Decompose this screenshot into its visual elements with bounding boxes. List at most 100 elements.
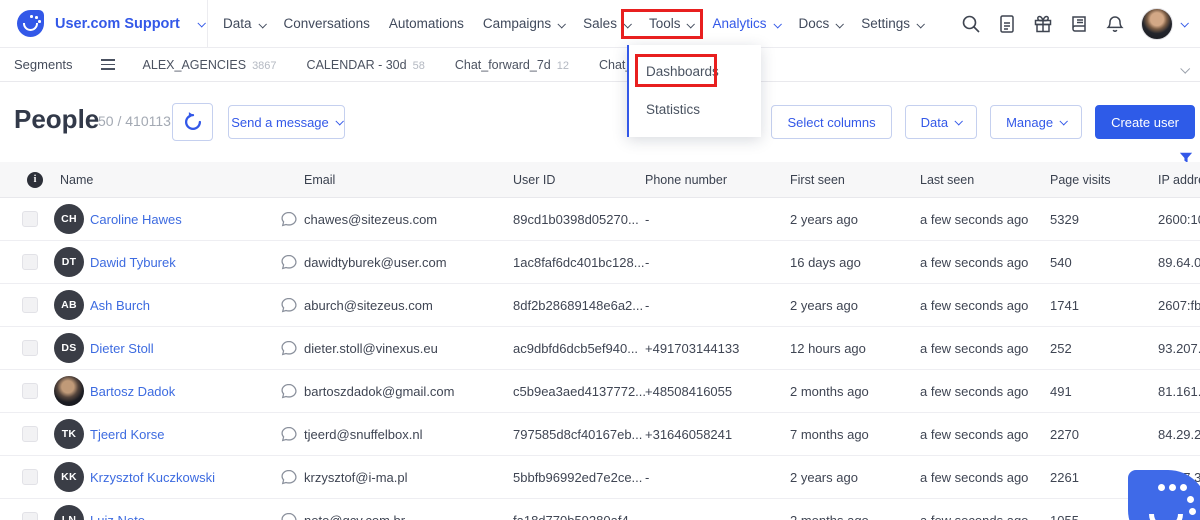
row-checkbox[interactable] xyxy=(22,512,38,520)
top-nav: User.com Support Data Conversations Auto… xyxy=(0,0,1200,48)
email-cell: tjeerd@snuffelbox.nl xyxy=(304,427,513,442)
nav-item[interactable]: Conversations xyxy=(284,16,370,31)
user-name-link[interactable]: Bartosz Dadok xyxy=(90,384,280,399)
chat-bubble-icon[interactable] xyxy=(280,210,298,228)
avatar: DT xyxy=(54,247,84,277)
dropdown-menu-item[interactable]: Dashboards xyxy=(629,53,761,91)
ip-cell: 93.207.2 xyxy=(1140,341,1200,356)
lastseen-cell: a few seconds ago xyxy=(920,341,1040,356)
lastseen-cell: a few seconds ago xyxy=(920,384,1040,399)
table-row: Bartosz Dadok bartoszdadok@gmail.com c5b… xyxy=(0,370,1200,413)
hamburger-icon[interactable] xyxy=(101,59,115,70)
segment-name: ALEX_AGENCIES xyxy=(143,58,247,72)
nav-item[interactable]: Analytics xyxy=(712,16,779,31)
row-checkbox[interactable] xyxy=(22,426,38,442)
dropdown-menu-item[interactable]: Statistics xyxy=(629,91,761,129)
email-cell: neto@gcv.com.br xyxy=(304,513,513,520)
userid-cell: 8df2b28689148e6a2... xyxy=(513,298,645,313)
chevron-down-icon xyxy=(773,20,781,28)
action-button[interactable]: Data xyxy=(905,105,977,139)
nav-item-label: Settings xyxy=(861,16,910,31)
segment-tab[interactable]: CALENDAR - 30d58 xyxy=(307,58,425,72)
segments-label: Segments xyxy=(14,57,73,72)
chevron-down-icon xyxy=(917,20,925,28)
email-cell: aburch@sitezeus.com xyxy=(304,298,513,313)
chat-bubble-icon[interactable] xyxy=(280,511,298,520)
table-row: KK Krzysztof Kuczkowski krzysztof@i-ma.p… xyxy=(0,456,1200,499)
chat-bubble-icon[interactable] xyxy=(280,468,298,486)
row-checkbox[interactable] xyxy=(22,254,38,270)
chat-bubble-icon[interactable] xyxy=(280,253,298,271)
nav-item-label: Conversations xyxy=(284,16,370,31)
userid-cell: ac9dbfd6dcb5ef940... xyxy=(513,341,645,356)
nav-items: Data Conversations Automations Campaigns… xyxy=(208,16,923,31)
table-row: CH Caroline Hawes chawes@sitezeus.com 89… xyxy=(0,198,1200,241)
nav-item[interactable]: Automations xyxy=(389,16,464,31)
chevron-down-icon xyxy=(335,117,343,125)
action-button[interactable]: Manage xyxy=(990,105,1082,139)
row-checkbox[interactable] xyxy=(22,383,38,399)
user-name-link[interactable]: Dawid Tyburek xyxy=(90,255,280,270)
chat-widget-button[interactable] xyxy=(1128,470,1200,520)
row-checkbox[interactable] xyxy=(22,340,38,356)
column-header-ip[interactable]: IP address xyxy=(1140,173,1200,187)
user-name-link[interactable]: Ash Burch xyxy=(90,298,280,313)
brand-name: User.com Support xyxy=(55,16,180,32)
nav-item[interactable]: Sales xyxy=(583,16,630,31)
document-icon[interactable] xyxy=(997,14,1017,34)
chevron-down-icon xyxy=(258,20,266,28)
action-button[interactable]: Create user xyxy=(1095,105,1195,139)
nav-item[interactable]: Campaigns xyxy=(483,16,564,31)
chevron-down-icon[interactable] xyxy=(1180,19,1188,27)
user-name-link[interactable]: Luiz Neto xyxy=(90,513,280,520)
refresh-button[interactable] xyxy=(172,103,213,141)
email-cell: bartoszdadok@gmail.com xyxy=(304,384,513,399)
nav-item[interactable]: Data xyxy=(223,16,265,31)
chat-bubble-icon[interactable] xyxy=(280,425,298,443)
segments-overflow-chevron-icon[interactable] xyxy=(1174,60,1188,78)
column-header-pagevisits[interactable]: Page visits xyxy=(1040,173,1140,187)
email-cell: krzysztof@i-ma.pl xyxy=(304,470,513,485)
column-header-lastseen[interactable]: Last seen xyxy=(920,173,1040,187)
action-button[interactable]: Select columns xyxy=(771,105,891,139)
column-header-firstseen[interactable]: First seen xyxy=(790,173,920,187)
phone-cell: - xyxy=(645,298,790,313)
pagevisits-cell: 540 xyxy=(1040,255,1140,270)
segment-tab[interactable]: Chat_forward_7d12 xyxy=(455,58,569,72)
email-cell: dawidtyburek@user.com xyxy=(304,255,513,270)
column-header-email[interactable]: Email xyxy=(304,173,513,187)
lastseen-cell: a few seconds ago xyxy=(920,255,1040,270)
column-header-phone[interactable]: Phone number xyxy=(645,173,790,187)
chat-bubble-icon[interactable] xyxy=(280,339,298,357)
page-title: People xyxy=(14,104,99,135)
chat-bubble-icon[interactable] xyxy=(280,296,298,314)
nav-item-label: Data xyxy=(223,16,252,31)
chevron-down-icon xyxy=(1060,117,1068,125)
user-name-link[interactable]: Caroline Hawes xyxy=(90,212,280,227)
user-name-link[interactable]: Krzysztof Kuczkowski xyxy=(90,470,280,485)
search-icon[interactable] xyxy=(961,14,981,34)
nav-item[interactable]: Settings xyxy=(861,16,923,31)
nav-item-label: Automations xyxy=(389,16,464,31)
nav-item[interactable]: Tools xyxy=(649,16,694,31)
nav-item-label: Campaigns xyxy=(483,16,551,31)
user-name-link[interactable]: Dieter Stoll xyxy=(90,341,280,356)
info-icon[interactable]: i xyxy=(27,172,43,188)
gift-icon[interactable] xyxy=(1033,14,1053,34)
row-checkbox[interactable] xyxy=(22,469,38,485)
ip-cell: 2600:100 xyxy=(1140,212,1200,227)
column-header-name[interactable]: Name xyxy=(48,173,304,187)
row-checkbox[interactable] xyxy=(22,211,38,227)
user-avatar[interactable] xyxy=(1141,8,1173,40)
nav-item[interactable]: Docs xyxy=(799,16,843,31)
send-message-button[interactable]: Send a message xyxy=(228,105,345,139)
column-header-userid[interactable]: User ID xyxy=(513,173,645,187)
avatar: KK xyxy=(54,462,84,492)
user-name-link[interactable]: Tjeerd Korse xyxy=(90,427,280,442)
book-icon[interactable] xyxy=(1069,14,1089,34)
chat-bubble-icon[interactable] xyxy=(280,382,298,400)
row-checkbox[interactable] xyxy=(22,297,38,313)
brand[interactable]: User.com Support xyxy=(0,0,208,48)
segment-tab[interactable]: ALEX_AGENCIES3867 xyxy=(143,58,277,72)
bell-icon[interactable] xyxy=(1105,14,1125,34)
